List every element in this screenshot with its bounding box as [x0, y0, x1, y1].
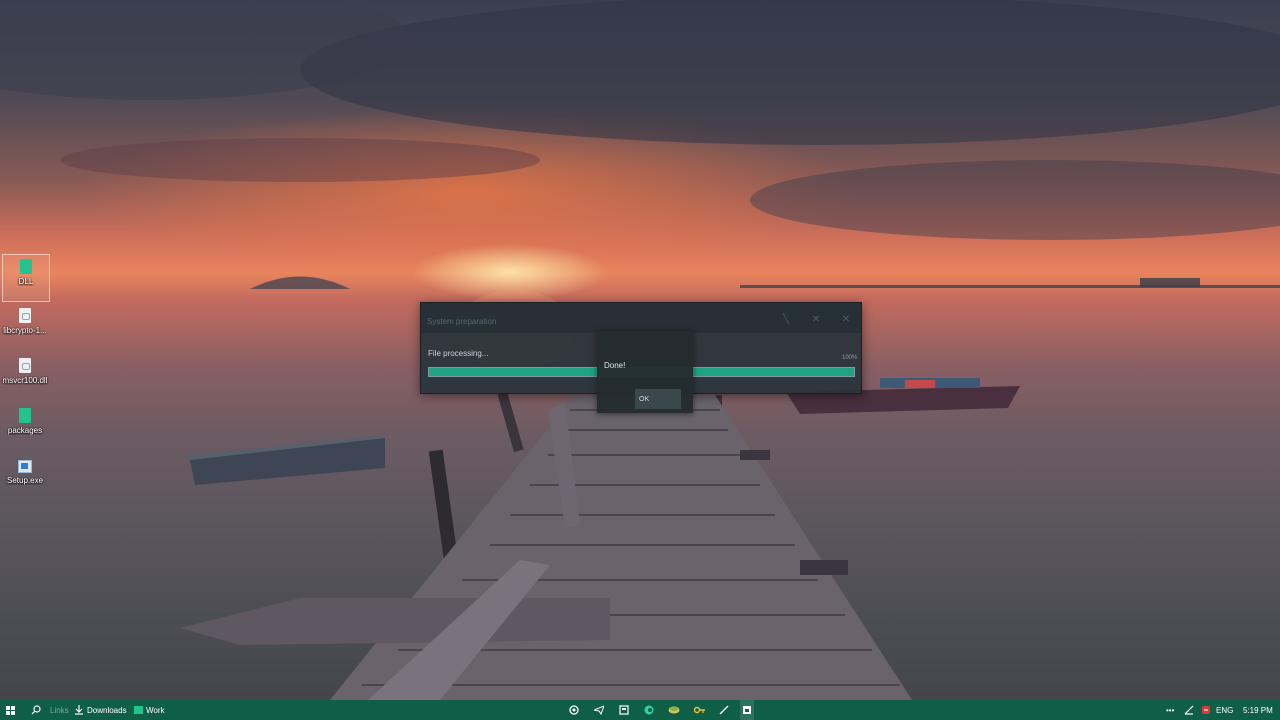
download-icon: [75, 705, 83, 715]
start-button[interactable]: [6, 700, 18, 720]
taskbar: Links Downloads Work ••• ENG 5:19 PM: [0, 700, 1280, 720]
desktop-icon-msvcr100[interactable]: msvcr100.dll: [2, 354, 48, 400]
search-icon: [31, 705, 41, 715]
chromium-icon: [569, 705, 579, 715]
tray-security[interactable]: [1201, 700, 1211, 720]
taskbar-app-edge[interactable]: [644, 700, 654, 720]
minimize-icon[interactable]: ╲: [779, 313, 793, 327]
desktop-icon-libcrypto[interactable]: libcrypto-1...: [2, 304, 48, 350]
telegram-icon: [594, 705, 604, 715]
desktop-icon-label: libcrypto-1...: [3, 326, 47, 335]
taskbar-app-key[interactable]: [694, 700, 706, 720]
executable-icon: [18, 460, 32, 473]
pen-icon: [719, 705, 729, 715]
key-icon: [694, 706, 705, 714]
folder-icon: [20, 259, 32, 274]
edge-icon: [644, 705, 654, 715]
window-app-icon: [743, 706, 751, 714]
folder-icon: [134, 706, 143, 714]
taskbar-app-stack[interactable]: [668, 700, 680, 720]
taskbar-app-telegram[interactable]: [594, 700, 604, 720]
toolbar-downloads[interactable]: Downloads: [74, 700, 127, 720]
notepad-app-icon: [619, 705, 629, 715]
links-label: Links: [50, 705, 69, 715]
toolbar-work[interactable]: Work: [134, 700, 165, 720]
search-button[interactable]: [31, 700, 43, 720]
desktop-icon-packages-folder[interactable]: packages: [2, 404, 48, 450]
desktop-icon-label: DLL: [18, 277, 34, 286]
folder-icon: [19, 408, 31, 423]
maximize-icon[interactable]: ✕: [809, 313, 823, 327]
toolbar-links[interactable]: Links: [50, 700, 69, 720]
taskbar-app-pen[interactable]: [719, 700, 729, 720]
done-popup: Done! OK: [597, 331, 693, 413]
tray-language[interactable]: ENG: [1216, 700, 1233, 720]
file-icon: [19, 308, 31, 323]
windows-logo-icon: [6, 705, 15, 715]
desktop-icon-label: packages: [7, 426, 43, 435]
file-icon: [19, 358, 31, 373]
clock-time: 5:19 PM: [1243, 705, 1273, 715]
dialog-title: System preparation: [427, 317, 497, 326]
network-icon: [1184, 705, 1194, 715]
desktop-icon-label: Setup.exe: [6, 476, 44, 485]
dialog-status-message: File processing...: [428, 349, 489, 358]
progress-percent-label: 100%: [842, 355, 858, 361]
tray-overflow-button[interactable]: •••: [1166, 700, 1174, 720]
security-shield-icon: [1202, 706, 1210, 714]
tray-clock[interactable]: 5:19 PM: [1243, 700, 1273, 720]
overflow-dots: •••: [1166, 705, 1175, 715]
taskbar-app-window-active[interactable]: [740, 700, 754, 720]
stack-icon: [668, 706, 680, 714]
desktop-icon-dll-folder[interactable]: DLL: [2, 254, 50, 302]
taskbar-app-chromium[interactable]: [569, 700, 579, 720]
tray-network[interactable]: [1184, 700, 1194, 720]
close-icon[interactable]: ✕: [839, 313, 853, 327]
downloads-label: Downloads: [87, 705, 127, 715]
desktop-icon-label: msvcr100.dll: [2, 376, 48, 385]
desktop-wallpaper: DLL libcrypto-1... msvcr100.dll packages…: [0, 0, 1280, 700]
desktop-icon-setup-exe[interactable]: Setup.exe: [2, 454, 48, 500]
done-message: Done!: [604, 361, 626, 370]
work-label: Work: [146, 705, 165, 715]
dialog-titlebar[interactable]: System preparation ╲ ✕ ✕: [421, 303, 861, 333]
language-indicator: ENG: [1216, 705, 1234, 715]
taskbar-app-notepad[interactable]: [619, 700, 629, 720]
